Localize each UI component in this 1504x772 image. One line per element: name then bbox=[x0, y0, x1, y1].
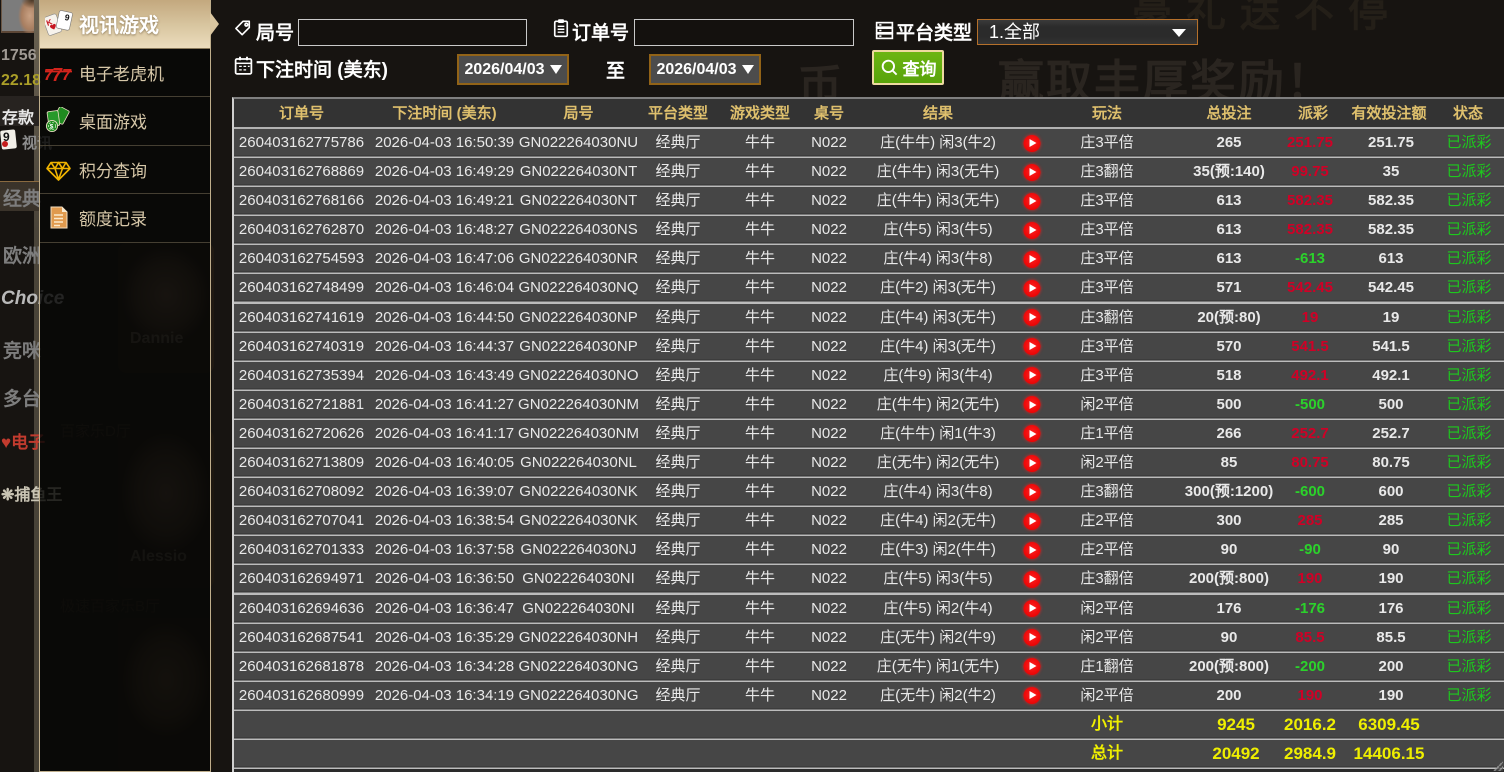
svg-text:7: 7 bbox=[62, 67, 72, 84]
svg-text:$: $ bbox=[50, 124, 54, 131]
